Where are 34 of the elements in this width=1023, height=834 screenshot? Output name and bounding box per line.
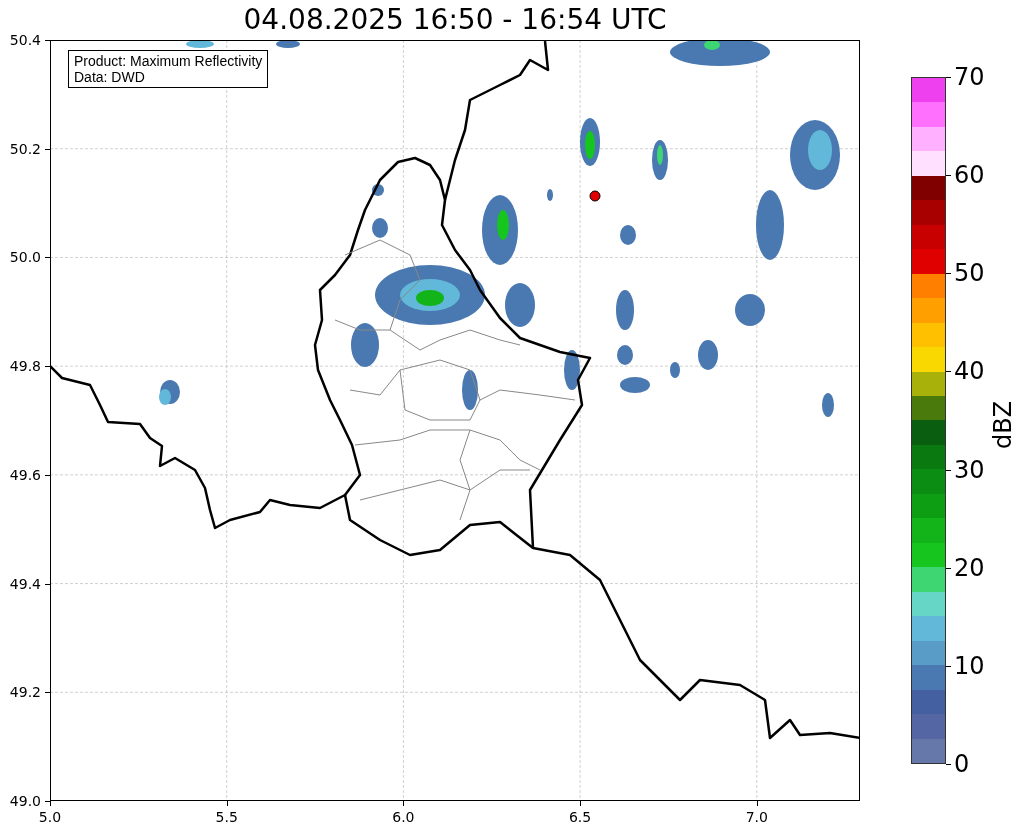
- tick-mark: [946, 469, 951, 471]
- info-text: Data: DWD: [74, 69, 146, 85]
- colorbar-tick-label: 70: [954, 65, 985, 89]
- chart-title: 04.08.2025 16:50 - 16:54 UTC: [243, 6, 667, 34]
- y-tick-label: 49.4: [8, 576, 41, 591]
- x-tick-label: 5.5: [215, 810, 238, 824]
- colorbar-tick-label: 0: [954, 752, 970, 776]
- info-text: Product: Maximum Reflectivity: [74, 53, 263, 69]
- colorbar-tick-label: 40: [954, 359, 985, 384]
- x-tick-label: 5.0: [38, 810, 62, 824]
- y-tick-label: 49.8: [8, 359, 41, 374]
- y-tick-label: 50.4: [8, 33, 41, 47]
- colorbar-tick-label: 20: [954, 555, 985, 580]
- x-tick-label: 6.0: [392, 810, 415, 824]
- y-tick-label: 49.2: [8, 685, 41, 700]
- colorbar-tick-label: 50: [954, 261, 985, 286]
- tick-mark: [946, 371, 951, 373]
- colorbar-label: dBZ: [991, 400, 1015, 450]
- tick-mark: [946, 665, 951, 667]
- colorbar-tick-label: 10: [954, 653, 985, 678]
- colorbar-tick-label: 60: [954, 163, 985, 188]
- x-tick-label: 6.5: [568, 810, 592, 824]
- colorbar-tick-label: 30: [954, 457, 985, 482]
- location-marker: [589, 190, 601, 202]
- tick-mark: [946, 273, 951, 275]
- y-tick-label: 49.6: [8, 467, 41, 482]
- tick-mark: [946, 175, 951, 177]
- y-tick-label: 49.0: [8, 794, 41, 808]
- tick-mark: [946, 77, 951, 78]
- tick-mark: [946, 567, 951, 569]
- tick-mark: [946, 764, 951, 765]
- y-tick-label: 50.2: [8, 141, 41, 156]
- y-tick-label: 50.0: [8, 250, 41, 265]
- x-tick-label: 7.0: [745, 810, 768, 824]
